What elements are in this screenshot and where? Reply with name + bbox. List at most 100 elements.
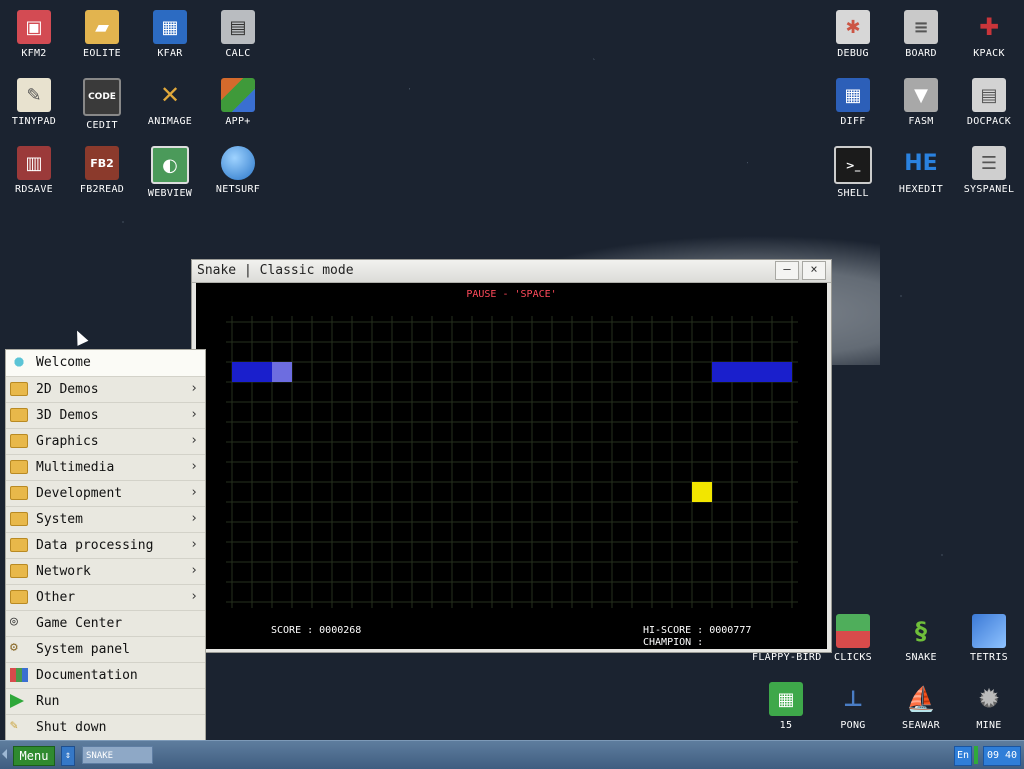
menu-item-graphics[interactable]: Graphics › bbox=[6, 428, 205, 455]
desktop-icon-syspanel[interactable]: ☰ SYSPANEL bbox=[955, 146, 1023, 195]
minimize-button[interactable]: – bbox=[775, 261, 799, 280]
shutdown-icon: ✎ bbox=[10, 718, 18, 733]
game-canvas[interactable]: PAUSE - 'SPACE' SCORE : 0000268 HI-SCORE… bbox=[196, 283, 827, 649]
desktop-icon-webview[interactable]: ◐ WEBVIEW bbox=[136, 146, 204, 199]
folder-icon bbox=[10, 564, 28, 578]
cube-icon bbox=[221, 78, 255, 112]
pencil-ruler-icon: ✕ bbox=[159, 81, 181, 109]
desktop: ▣ KFM2 ▰ EOLITE ▦ KFAR ▤ CALC ✎ TINYPAD … bbox=[0, 0, 1024, 740]
desktop-icon-seawar[interactable]: ⛵ SEAWAR bbox=[887, 682, 955, 731]
window-titlebar[interactable]: Snake | Classic mode – × bbox=[192, 260, 831, 283]
tetris-icon bbox=[972, 614, 1006, 648]
close-button[interactable]: × bbox=[802, 261, 826, 280]
desktop-icon-kfm2[interactable]: ▣ KFM2 bbox=[0, 10, 68, 59]
book-icon: FB2 bbox=[85, 146, 119, 180]
play-icon bbox=[10, 694, 24, 708]
desktop-icon-15[interactable]: ▦ 15 bbox=[752, 682, 820, 731]
chevron-right-icon: › bbox=[190, 459, 198, 474]
pause-hint: PAUSE - 'SPACE' bbox=[466, 289, 557, 300]
gears-icon: ⚙ bbox=[10, 640, 18, 655]
desktop-icon-eolite[interactable]: ▰ EOLITE bbox=[68, 10, 136, 59]
menu-item-3d-demos[interactable]: 3D Demos › bbox=[6, 402, 205, 429]
desktop-icon-fasm[interactable]: ▼ FASM bbox=[887, 78, 955, 127]
pong-icon: ⊥ bbox=[842, 686, 864, 712]
menu-item-2d-demos[interactable]: 2D Demos › bbox=[6, 376, 205, 403]
snake-segment bbox=[772, 362, 792, 382]
desktop-icon-tetris[interactable]: TETRIS bbox=[955, 614, 1023, 663]
snake-segment bbox=[752, 362, 772, 382]
desktop-icon-animage[interactable]: ✕ ANIMAGE bbox=[136, 78, 204, 127]
folder-icon: ▰ bbox=[85, 10, 119, 44]
hex-icon: HE bbox=[904, 150, 938, 176]
menu-item-run[interactable]: Run bbox=[6, 688, 205, 715]
fasm-icon: ▼ bbox=[904, 78, 938, 112]
hi-score-label: HI-SCORE : 0000777 bbox=[643, 625, 752, 636]
desktop-icon-docpack[interactable]: ▤ DOCPACK bbox=[955, 78, 1023, 127]
menu-item-data-processing[interactable]: Data processing › bbox=[6, 532, 205, 559]
desktop-icon-kpack[interactable]: ✚ KPACK bbox=[955, 10, 1023, 59]
desktop-icon-app-plus[interactable]: APP+ bbox=[204, 78, 272, 127]
score-label: SCORE : 0000268 bbox=[271, 625, 362, 636]
menu-item-system-panel[interactable]: ⚙ System panel bbox=[6, 636, 205, 663]
folder-icon bbox=[10, 590, 28, 604]
snake-segment bbox=[252, 362, 272, 382]
language-indicator[interactable]: En bbox=[954, 746, 972, 766]
gamepad-icon: ◎ bbox=[10, 614, 18, 629]
snake-grid bbox=[226, 316, 798, 608]
terminal-icon: >_ bbox=[834, 146, 872, 184]
snake-window: Snake | Classic mode – × PAUSE - 'SPACE'… bbox=[191, 259, 832, 653]
desktop-icon-debug[interactable]: ✱ DEBUG bbox=[819, 10, 887, 59]
menu-item-multimedia[interactable]: Multimedia › bbox=[6, 454, 205, 481]
folder-icon bbox=[10, 512, 28, 526]
taskbar-item-snake[interactable]: SNAKE bbox=[82, 746, 153, 764]
language-bar bbox=[974, 746, 978, 764]
welcome-icon bbox=[10, 355, 28, 369]
menu-button[interactable]: Menu bbox=[13, 746, 55, 766]
desktop-icon-snake[interactable]: § SNAKE bbox=[887, 614, 955, 663]
start-menu: Welcome 2D Demos › 3D Demos › Graphics ›… bbox=[5, 349, 206, 740]
menu-item-game-center[interactable]: ◎ Game Center bbox=[6, 610, 205, 637]
folder-icon bbox=[10, 408, 28, 422]
desktop-icon-netsurf[interactable]: NETSURF bbox=[204, 146, 272, 195]
desktop-icon-shell[interactable]: >_ SHELL bbox=[819, 146, 887, 199]
champion-label: CHAMPION : bbox=[643, 637, 704, 648]
clock[interactable]: 09 40 bbox=[983, 746, 1021, 766]
menu-item-welcome[interactable]: Welcome bbox=[6, 350, 205, 376]
menu-item-other[interactable]: Other › bbox=[6, 584, 205, 611]
sliders-icon: ☰ bbox=[972, 146, 1006, 180]
desktop-icon-cedit[interactable]: CODE CEDIT bbox=[68, 78, 136, 131]
desktop-icon-fb2read[interactable]: FB2 FB2READ bbox=[68, 146, 136, 195]
desktop-icon-diff[interactable]: ▦ DIFF bbox=[819, 78, 887, 127]
menu-item-development[interactable]: Development › bbox=[6, 480, 205, 507]
desktop-icon-calc[interactable]: ▤ CALC bbox=[204, 10, 272, 59]
grid15-icon: ▦ bbox=[769, 682, 803, 716]
chevron-left-icon[interactable] bbox=[2, 749, 7, 759]
desktop-icon-board[interactable]: ≡ BOARD bbox=[887, 10, 955, 59]
menu-item-system[interactable]: System › bbox=[6, 506, 205, 533]
snake-head bbox=[272, 362, 292, 382]
folder-icon bbox=[10, 460, 28, 474]
chevron-right-icon: › bbox=[190, 381, 198, 396]
menu-item-documentation[interactable]: Documentation bbox=[6, 662, 205, 689]
taskbar: Menu ⇕ SNAKE En 09 40 bbox=[0, 740, 1024, 769]
switch-layout-button[interactable]: ⇕ bbox=[61, 746, 75, 766]
calculator-icon: ▤ bbox=[221, 10, 255, 44]
menu-item-network[interactable]: Network › bbox=[6, 558, 205, 585]
menu-item-shut-down[interactable]: ✎ Shut down bbox=[6, 714, 205, 740]
desktop-icon-pong[interactable]: ⊥ PONG bbox=[819, 682, 887, 732]
desktop-icon-hexedit[interactable]: HE HEXEDIT bbox=[887, 146, 955, 196]
chevron-right-icon: › bbox=[190, 511, 198, 526]
webpage-icon: ◐ bbox=[151, 146, 189, 184]
desktop-icon-tinypad[interactable]: ✎ TINYPAD bbox=[0, 78, 68, 127]
chevron-right-icon: › bbox=[190, 563, 198, 578]
chevron-right-icon: › bbox=[190, 485, 198, 500]
snake-icon: § bbox=[915, 617, 927, 645]
folder-icon bbox=[10, 538, 28, 552]
disk-save-icon: ▥ bbox=[17, 146, 51, 180]
chevron-right-icon: › bbox=[190, 537, 198, 552]
desktop-icon-kfar[interactable]: ▦ KFAR bbox=[136, 10, 204, 59]
desktop-icon-mine[interactable]: ✹ MINE bbox=[955, 682, 1023, 731]
cabinet-icon: ▤ bbox=[972, 78, 1006, 112]
diff-icon: ▦ bbox=[836, 78, 870, 112]
desktop-icon-rdsave[interactable]: ▥ RDSAVE bbox=[0, 146, 68, 195]
